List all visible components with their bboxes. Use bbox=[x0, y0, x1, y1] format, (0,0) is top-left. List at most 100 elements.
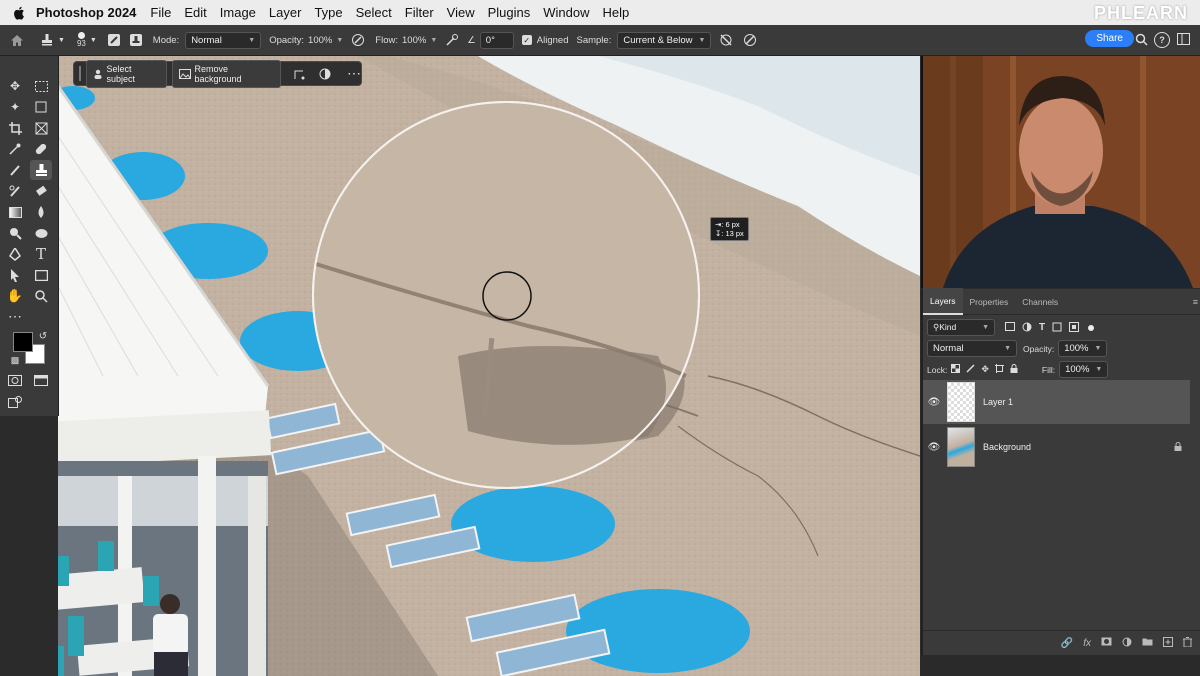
document-canvas[interactable] bbox=[58, 56, 920, 676]
blur-tool-icon[interactable] bbox=[32, 204, 50, 220]
blend-mode-select[interactable]: Normal ▼ bbox=[927, 340, 1017, 357]
object-selection-icon[interactable]: ✦ bbox=[6, 99, 24, 115]
menu-select[interactable]: Select bbox=[356, 5, 392, 20]
aligned-checkbox[interactable]: ✓ bbox=[521, 35, 532, 45]
chevron-down-icon[interactable]: ▼ bbox=[430, 37, 437, 44]
swap-colors-icon[interactable]: ↺ bbox=[34, 328, 52, 344]
layer-row-layer-1[interactable]: 👁 Layer 1 bbox=[923, 380, 1190, 424]
rectangle-tool-icon[interactable] bbox=[32, 267, 50, 283]
adjustment-circle-icon[interactable] bbox=[319, 68, 331, 80]
path-selection-icon[interactable] bbox=[6, 267, 24, 283]
menu-image[interactable]: Image bbox=[220, 5, 256, 20]
gradient-tool-icon[interactable] bbox=[6, 204, 24, 220]
menu-help[interactable]: Help bbox=[603, 5, 630, 20]
filter-type-icon[interactable]: T bbox=[1039, 322, 1045, 333]
eraser-tool-icon[interactable] bbox=[32, 183, 50, 199]
filter-smart-object-icon[interactable] bbox=[1069, 321, 1080, 334]
airbrush-icon[interactable] bbox=[445, 33, 459, 47]
workspace-icon[interactable] bbox=[1177, 33, 1190, 45]
lock-artboard-icon[interactable] bbox=[994, 364, 1004, 375]
dodge-tool-icon[interactable] bbox=[6, 225, 24, 241]
more-options-icon[interactable]: ⋯ bbox=[347, 65, 361, 82]
fx-icon[interactable]: fx bbox=[1083, 638, 1091, 649]
brush-tool-icon[interactable] bbox=[6, 162, 24, 178]
chevron-down-icon[interactable]: ▼ bbox=[336, 37, 343, 44]
new-group-icon[interactable] bbox=[1142, 637, 1153, 649]
select-pen-icon[interactable] bbox=[293, 68, 305, 80]
layer-name[interactable]: Background bbox=[983, 442, 1031, 452]
chevron-down-icon[interactable]: ▼ bbox=[90, 37, 97, 44]
sample-select[interactable]: Current & Below ▼ bbox=[617, 31, 712, 49]
new-layer-icon[interactable] bbox=[1163, 636, 1173, 650]
crop-tool-icon[interactable] bbox=[6, 120, 24, 136]
menu-edit[interactable]: Edit bbox=[184, 5, 206, 20]
filter-pixel-icon[interactable] bbox=[1005, 322, 1015, 333]
remove-background-button[interactable]: Remove background bbox=[172, 59, 281, 88]
clone-source-icon[interactable] bbox=[129, 33, 143, 47]
lock-pixels-icon[interactable] bbox=[966, 364, 975, 375]
lasso-tool-icon[interactable] bbox=[32, 99, 50, 115]
default-colors-icon[interactable]: ▩ bbox=[6, 352, 24, 368]
layer-row-background[interactable]: 👁 Background bbox=[923, 425, 1190, 469]
tab-layers[interactable]: Layers bbox=[923, 288, 963, 315]
menu-type[interactable]: Type bbox=[314, 5, 342, 20]
angle-input[interactable]: 0° bbox=[479, 31, 514, 49]
tab-properties[interactable]: Properties bbox=[963, 289, 1016, 314]
sponge-tool-icon[interactable] bbox=[32, 225, 50, 241]
quick-mask-icon[interactable] bbox=[6, 372, 24, 388]
delete-layer-icon[interactable] bbox=[1183, 636, 1192, 650]
add-mask-icon[interactable] bbox=[1101, 637, 1112, 649]
fill-input[interactable]: 100% ▼ bbox=[1059, 361, 1109, 378]
link-layers-icon[interactable]: 🔗 bbox=[1061, 638, 1073, 649]
menu-window[interactable]: Window bbox=[543, 5, 589, 20]
type-tool-icon[interactable]: T bbox=[32, 245, 50, 263]
hand-tool-icon[interactable]: ✋ bbox=[6, 288, 24, 304]
pen-tool-icon[interactable] bbox=[6, 246, 24, 262]
history-brush-icon[interactable] bbox=[6, 183, 24, 199]
edit-toolbar-icon[interactable] bbox=[6, 394, 24, 410]
help-icon[interactable]: ? bbox=[1154, 32, 1170, 48]
chevron-down-icon[interactable]: ▼ bbox=[58, 37, 65, 44]
select-subject-button[interactable]: Select subject bbox=[85, 59, 168, 88]
menu-filter[interactable]: Filter bbox=[405, 5, 434, 20]
share-button[interactable]: Share bbox=[1085, 30, 1134, 47]
eyedropper-tool-icon[interactable] bbox=[6, 141, 24, 157]
menu-view[interactable]: View bbox=[447, 5, 475, 20]
panel-menu-icon[interactable]: ≡ bbox=[1193, 297, 1198, 307]
eye-icon[interactable]: 👁 bbox=[923, 397, 945, 408]
filter-kind-select[interactable]: ⚲Kind ▼ bbox=[927, 319, 995, 336]
brush-settings-icon[interactable] bbox=[107, 33, 121, 47]
ignore-adjustment-layers-icon[interactable] bbox=[719, 33, 733, 47]
drag-handle[interactable] bbox=[79, 66, 81, 81]
screen-mode-icon[interactable] bbox=[32, 372, 50, 388]
adjustment-layer-icon[interactable] bbox=[1122, 637, 1132, 650]
eye-icon[interactable]: 👁 bbox=[923, 442, 945, 453]
app-name[interactable]: Photoshop 2024 bbox=[36, 5, 136, 20]
lock-all-icon[interactable] bbox=[1010, 364, 1018, 375]
mode-select[interactable]: Normal ▼ bbox=[185, 31, 262, 49]
menu-plugins[interactable]: Plugins bbox=[488, 5, 531, 20]
filter-adjustment-icon[interactable] bbox=[1022, 322, 1032, 334]
pressure-opacity-icon[interactable] bbox=[351, 33, 365, 47]
home-icon[interactable] bbox=[10, 34, 24, 47]
search-icon[interactable] bbox=[1135, 33, 1148, 46]
clone-stamp-tool-icon[interactable] bbox=[30, 160, 52, 180]
apple-icon[interactable] bbox=[12, 6, 26, 20]
foreground-color-swatch[interactable] bbox=[13, 332, 33, 352]
zoom-tool-icon[interactable] bbox=[32, 288, 50, 304]
menu-layer[interactable]: Layer bbox=[269, 5, 302, 20]
frame-tool-icon[interactable] bbox=[32, 120, 50, 136]
marquee-tool-icon[interactable] bbox=[32, 78, 50, 94]
opacity-input[interactable]: 100% bbox=[308, 35, 332, 46]
layer-name[interactable]: Layer 1 bbox=[983, 397, 1013, 407]
flow-input[interactable]: 100% bbox=[402, 35, 426, 46]
lock-transparent-icon[interactable] bbox=[951, 364, 961, 375]
filter-toggle-icon[interactable] bbox=[1088, 324, 1095, 331]
move-tool-icon[interactable]: ✥ bbox=[6, 78, 24, 94]
clone-stamp-icon[interactable] bbox=[40, 33, 54, 47]
pressure-size-icon[interactable] bbox=[743, 33, 757, 47]
lock-position-icon[interactable]: ✥ bbox=[981, 364, 989, 375]
layer-opacity-input[interactable]: 100% ▼ bbox=[1058, 340, 1108, 357]
menu-file[interactable]: File bbox=[150, 5, 171, 20]
healing-brush-icon[interactable] bbox=[32, 141, 50, 157]
